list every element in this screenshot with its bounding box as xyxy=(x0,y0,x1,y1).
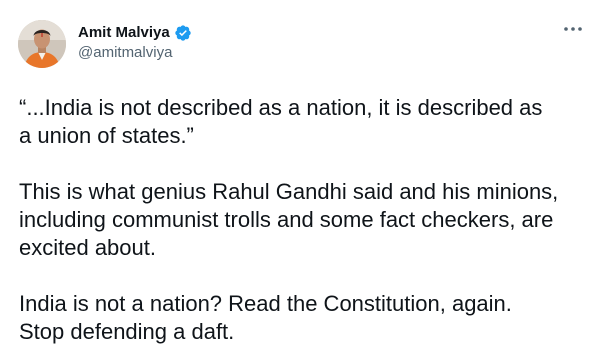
author-display-name[interactable]: Amit Malviya xyxy=(78,23,170,43)
tweet-paragraph: India is not a nation? Read the Constitu… xyxy=(19,291,512,344)
tweet-text: “...India is not described as a nation, … xyxy=(19,94,584,346)
avatar-photo xyxy=(18,20,66,68)
author-names: Amit Malviya @amitmalviya xyxy=(78,23,192,63)
tweet-paragraph: This is what genius Rahul Gandhi said an… xyxy=(19,179,559,260)
verified-badge-icon xyxy=(174,24,192,42)
tweet-paragraph: “...India is not described as a nation, … xyxy=(19,95,543,148)
tweet-card: Amit Malviya @amitmalviya “...India is n… xyxy=(0,0,600,350)
avatar[interactable] xyxy=(18,20,66,68)
more-options-button[interactable] xyxy=(560,22,586,36)
more-options-icon xyxy=(564,27,582,31)
author-handle[interactable]: @amitmalviya xyxy=(78,43,192,63)
tweet-header: Amit Malviya @amitmalviya xyxy=(16,16,584,72)
name-row: Amit Malviya xyxy=(78,23,192,43)
